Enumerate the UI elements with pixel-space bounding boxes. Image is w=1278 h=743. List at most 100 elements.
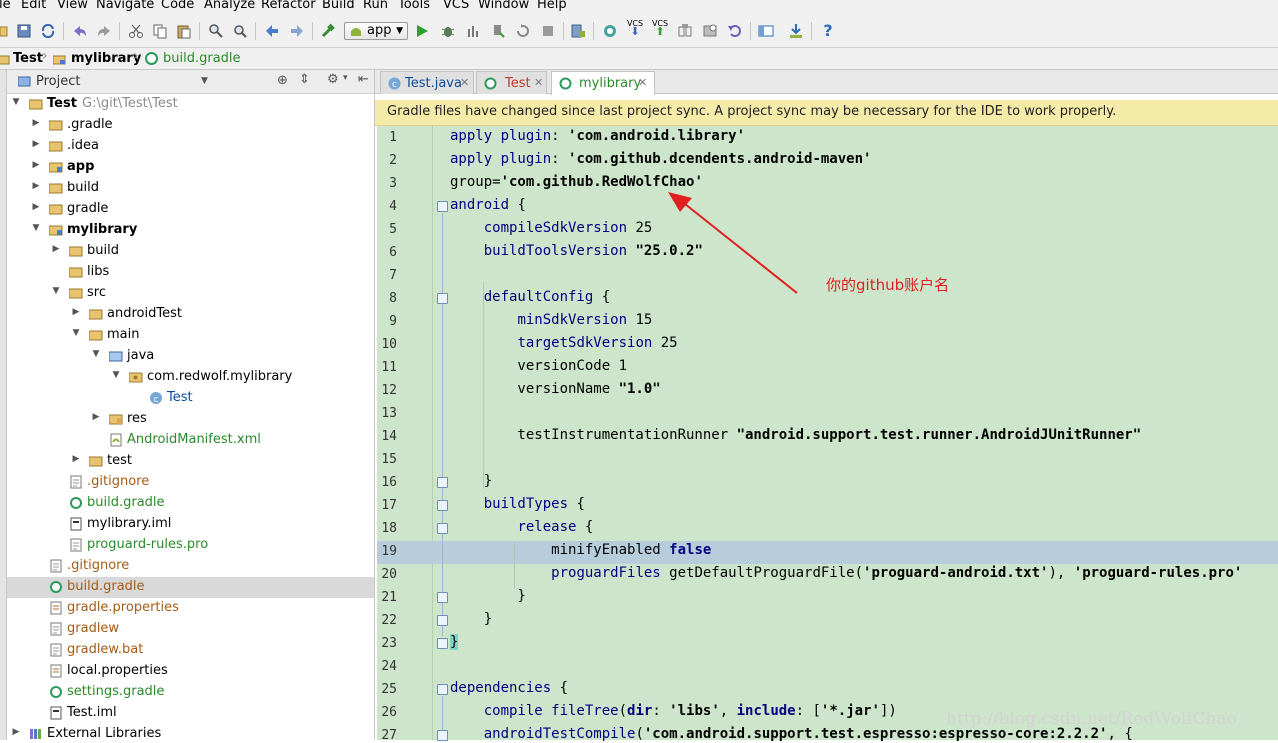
tree-node[interactable]: gradlew.bat	[7, 640, 374, 661]
fold-marker[interactable]	[437, 684, 448, 695]
run-config-select[interactable]: app ▼	[344, 22, 408, 40]
hide-panel-icon[interactable]: ⇤	[358, 72, 369, 87]
undo-icon[interactable]	[72, 23, 88, 39]
history-icon[interactable]	[702, 23, 718, 39]
vcs-update-project-icon[interactable]: VCS ⬇	[627, 20, 643, 38]
collapsed-arrow-icon[interactable]: ▶	[71, 307, 81, 317]
tree-node[interactable]: ▶ build	[7, 178, 374, 199]
collapsed-arrow-icon[interactable]: ▶	[31, 139, 41, 149]
tree-node[interactable]: ▶ .idea	[7, 136, 374, 157]
avd-manager-icon[interactable]	[570, 23, 586, 39]
tree-node[interactable]: build.gradle	[7, 493, 374, 514]
run-icon[interactable]	[414, 23, 430, 39]
sdk-manager-icon[interactable]	[788, 23, 804, 39]
fold-marker[interactable]	[437, 730, 448, 741]
expanded-arrow-icon[interactable]: ▼	[111, 370, 121, 380]
fold-marker[interactable]	[437, 592, 448, 603]
collapsed-arrow-icon[interactable]: ▶	[31, 160, 41, 170]
fold-marker[interactable]	[437, 477, 448, 488]
collapsed-arrow-icon[interactable]: ▶	[91, 412, 101, 422]
tree-node[interactable]: c Test	[7, 388, 374, 409]
chevron-down-icon[interactable]: ▾	[343, 73, 348, 83]
menu-edit[interactable]: Edit	[21, 0, 46, 12]
breadcrumb-module[interactable]: mylibrary	[71, 51, 141, 66]
tree-node[interactable]: .gitignore	[7, 472, 374, 493]
breadcrumb-project[interactable]: Test	[13, 51, 43, 66]
tree-node[interactable]: ▼ main	[7, 325, 374, 346]
expanded-arrow-icon[interactable]: ▼	[91, 349, 101, 359]
tree-node[interactable]: ▶ External Libraries	[7, 724, 374, 740]
collapsed-arrow-icon[interactable]: ▶	[31, 118, 41, 128]
tab-test-gradle[interactable]: Test ✕	[476, 71, 547, 94]
compare-icon[interactable]	[677, 23, 693, 39]
tree-node[interactable]: ▶ .gradle	[7, 115, 374, 136]
debug-icon[interactable]	[440, 23, 456, 39]
tree-node[interactable]: settings.gradle	[7, 682, 374, 703]
vcs-commit-icon[interactable]: VCS ⬆	[652, 20, 668, 38]
close-icon[interactable]: ✕	[534, 76, 543, 89]
fold-marker[interactable]	[437, 638, 448, 649]
tree-node[interactable]: ▼ mylibrary	[7, 220, 374, 241]
collapsed-arrow-icon[interactable]: ▶	[31, 181, 41, 191]
find-icon[interactable]	[208, 23, 224, 39]
tree-node[interactable]: ▶ app	[7, 157, 374, 178]
back-icon[interactable]	[264, 23, 280, 39]
sync-icon[interactable]	[40, 23, 56, 39]
tree-node[interactable]: gradle.properties	[7, 598, 374, 619]
tree-node[interactable]: proguard-rules.pro	[7, 535, 374, 556]
collapsed-arrow-icon[interactable]: ▶	[11, 727, 21, 737]
tree-node[interactable]: ▼ src	[7, 283, 374, 304]
menu-tools[interactable]: Tools	[398, 0, 430, 12]
help-icon[interactable]: ?	[820, 23, 836, 39]
menu-code[interactable]: Code	[161, 0, 194, 12]
attach-debugger-icon[interactable]	[490, 23, 506, 39]
tree-node[interactable]: libs	[7, 262, 374, 283]
fold-marker[interactable]	[437, 523, 448, 534]
tree-node[interactable]: ▼ java	[7, 346, 374, 367]
menu-vcs[interactable]: VCS	[443, 0, 469, 12]
expanded-arrow-icon[interactable]: ▼	[51, 286, 61, 296]
tree-node[interactable]: ▶ androidTest	[7, 304, 374, 325]
replace-icon[interactable]	[232, 23, 248, 39]
tree-node[interactable]: mylibrary.iml	[7, 514, 374, 535]
tree-node[interactable]: ▶ gradle	[7, 199, 374, 220]
tool-window-stripe[interactable]	[0, 70, 7, 740]
paste-icon[interactable]	[176, 23, 192, 39]
tree-node[interactable]: gradlew	[7, 619, 374, 640]
menu-file[interactable]: le	[0, 0, 11, 12]
expanded-arrow-icon[interactable]: ▼	[31, 223, 41, 233]
fold-marker[interactable]	[437, 615, 448, 626]
expanded-arrow-icon[interactable]: ▼	[71, 328, 81, 338]
collapsed-arrow-icon[interactable]: ▶	[51, 244, 61, 254]
gear-icon[interactable]: ⚙	[327, 72, 339, 87]
tree-node[interactable]: ▼ Test G:\git\Test\Test	[7, 94, 374, 115]
apply-changes-icon[interactable]	[515, 23, 531, 39]
menu-run[interactable]: Run	[363, 0, 388, 12]
tree-node[interactable]: AndroidManifest.xml	[7, 430, 374, 451]
tab-mylibrary-gradle[interactable]: mylibrary ✕	[551, 71, 655, 95]
menu-analyze[interactable]: Analyze	[204, 0, 255, 12]
collapsed-arrow-icon[interactable]: ▶	[71, 454, 81, 464]
menu-navigate[interactable]: Navigate	[96, 0, 154, 12]
menu-window[interactable]: Window	[478, 0, 529, 12]
menu-view[interactable]: View	[57, 0, 88, 12]
open-icon[interactable]	[0, 23, 16, 39]
fold-marker[interactable]	[437, 201, 448, 212]
tree-node[interactable]: .gitignore	[7, 556, 374, 577]
forward-icon[interactable]	[289, 23, 305, 39]
project-structure-icon[interactable]	[758, 23, 774, 39]
breadcrumb-file[interactable]: build.gradle	[163, 51, 241, 66]
make-project-icon[interactable]	[320, 23, 336, 39]
collapse-all-icon[interactable]: ⇕	[299, 72, 310, 87]
profile-icon[interactable]	[465, 23, 481, 39]
close-icon[interactable]: ✕	[638, 76, 647, 89]
revert-icon[interactable]	[727, 23, 743, 39]
chevron-down-icon[interactable]: ▼	[201, 76, 208, 86]
stop-icon[interactable]	[540, 23, 556, 39]
tree-node[interactable]: ▶ res	[7, 409, 374, 430]
scroll-from-source-icon[interactable]: ⊕	[277, 73, 288, 88]
redo-icon[interactable]	[96, 23, 112, 39]
close-icon[interactable]: ✕	[460, 76, 469, 89]
expanded-arrow-icon[interactable]: ▼	[11, 97, 21, 107]
tree-node[interactable]: Test.iml	[7, 703, 374, 724]
